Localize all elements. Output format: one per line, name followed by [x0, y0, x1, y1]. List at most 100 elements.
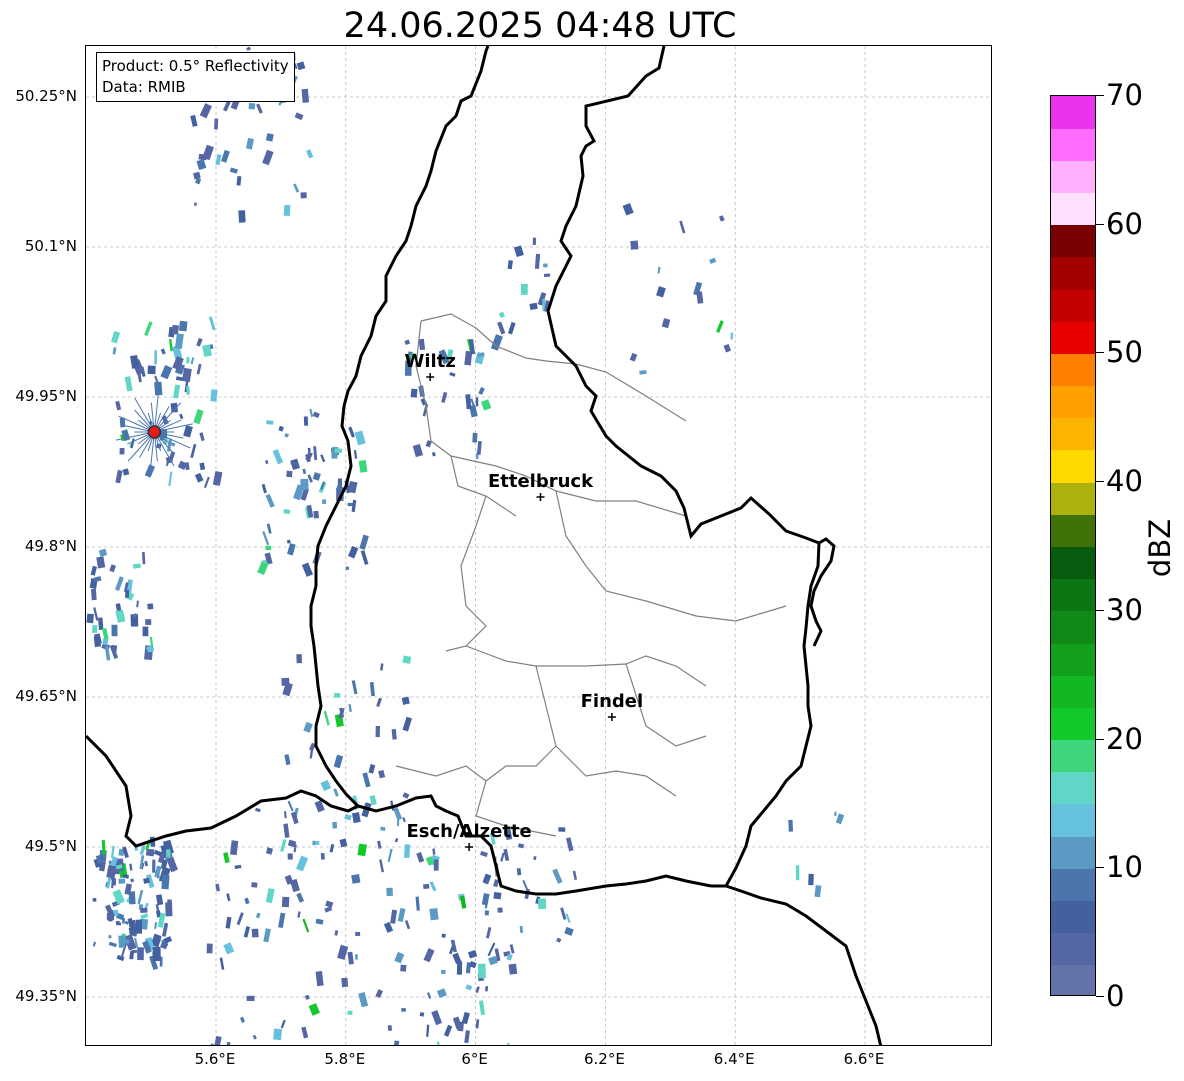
- echo-cell: [245, 137, 254, 150]
- echo-cell: [321, 499, 327, 505]
- echo-cell: [351, 812, 361, 824]
- echo-cell: [507, 260, 513, 270]
- echo-cell: [152, 946, 161, 962]
- echo-cell: [266, 420, 274, 425]
- echo-cell: [219, 957, 225, 970]
- echo-cell: [265, 493, 275, 508]
- echo-cell: [111, 330, 121, 344]
- colorbar-segment: [1051, 256, 1095, 290]
- y-tick-label: 49.35°N: [15, 987, 77, 1005]
- echo-cell: [128, 926, 137, 935]
- echo-cell: [351, 874, 361, 884]
- colorbar-tick: [1096, 996, 1104, 997]
- y-tick-label: 49.95°N: [15, 387, 77, 405]
- colorbar-tick: [1096, 223, 1104, 225]
- echo-cell: [380, 826, 386, 831]
- echo-cell: [808, 873, 814, 886]
- echo-cell: [92, 941, 97, 947]
- colorbar-tick-label: 60: [1106, 206, 1143, 241]
- echo-cell: [116, 954, 125, 962]
- echo-cell: [472, 432, 478, 443]
- echo-cell: [173, 384, 181, 399]
- echo-cell: [480, 850, 488, 857]
- echo-cell: [358, 992, 369, 1008]
- colorbar-segment: [1051, 321, 1095, 354]
- echo-cell: [354, 430, 366, 446]
- echo-cell: [281, 677, 290, 686]
- radar-map[interactable]: Wiltz Ettelbruck Findel Esch/Alzette Produc…: [85, 45, 992, 1046]
- echo-cell: [221, 149, 230, 163]
- echo-cell: [464, 1030, 470, 1044]
- echo-cell: [301, 1026, 309, 1039]
- echo-cell: [730, 332, 734, 340]
- echo-cell: [98, 548, 108, 557]
- echo-cell: [344, 814, 352, 821]
- echo-cell: [436, 988, 447, 999]
- echo-cell: [196, 363, 202, 375]
- echo-cell: [383, 921, 394, 933]
- echo-cell: [334, 692, 341, 698]
- echo-cell: [358, 459, 368, 473]
- echo-cell: [479, 1000, 485, 1016]
- echo-cell: [629, 352, 638, 362]
- echo-cell: [630, 240, 639, 250]
- echo-cell: [278, 425, 284, 432]
- echo-cell: [110, 845, 115, 858]
- echo-cell: [141, 551, 146, 565]
- echo-cell: [477, 963, 486, 979]
- data-source-label: Data: RMIB: [102, 78, 186, 96]
- echo-cell: [402, 817, 406, 823]
- echo-cell: [426, 992, 432, 999]
- echo-cell: [248, 102, 256, 110]
- echo-cell: [498, 311, 506, 318]
- echo-cell: [334, 448, 343, 453]
- echo-cell: [286, 470, 293, 478]
- echo-cell: [440, 969, 446, 974]
- echo-cell: [210, 389, 218, 402]
- echo-cell: [140, 913, 149, 920]
- echo-cell: [96, 556, 106, 569]
- echo-cell: [355, 931, 361, 936]
- echo-cell: [397, 907, 406, 922]
- echo-cell: [386, 887, 393, 897]
- echo-cell: [507, 321, 516, 335]
- echo-cell: [124, 376, 133, 392]
- echo-cell: [503, 848, 510, 862]
- echo-cell: [519, 925, 524, 933]
- echo-cell: [835, 813, 845, 825]
- echo-cell: [297, 911, 301, 918]
- colorbar-segment: [1051, 385, 1095, 419]
- echo-cell: [284, 433, 289, 438]
- echo-cell: [101, 628, 109, 640]
- echo-cell: [281, 896, 290, 908]
- echo-cell: [108, 934, 112, 939]
- colorbar-tick: [1096, 95, 1104, 96]
- echo-cell: [184, 462, 190, 471]
- echo-cell: [202, 144, 214, 161]
- echo-cell: [238, 210, 246, 223]
- colorbar-segment: [1051, 643, 1095, 676]
- echo-cell: [348, 426, 355, 438]
- colorbar-segment: [1051, 514, 1095, 547]
- echo-cell: [369, 681, 375, 697]
- echo-cell: [118, 935, 126, 948]
- echo-cell: [302, 468, 307, 475]
- echo-cell: [154, 922, 158, 929]
- echo-cell: [212, 471, 223, 486]
- colorbar-segment: [1051, 868, 1095, 901]
- echo-cell: [246, 46, 251, 51]
- y-tick-label: 49.5°N: [24, 837, 77, 855]
- echo-cell: [347, 951, 354, 965]
- echo-cell: [225, 916, 232, 929]
- colorbar-segment: [1051, 224, 1095, 258]
- echo-cell: [566, 837, 574, 852]
- echo-cell: [485, 926, 492, 939]
- y-tick-label: 49.8°N: [24, 537, 77, 555]
- y-tick-label: 50.25°N: [15, 87, 77, 105]
- echo-cell: [171, 324, 179, 335]
- echo-cell: [500, 852, 505, 862]
- echo-cell: [115, 469, 123, 484]
- echo-cell: [196, 159, 207, 171]
- echo-cell: [287, 853, 293, 860]
- echo-cell: [283, 823, 290, 838]
